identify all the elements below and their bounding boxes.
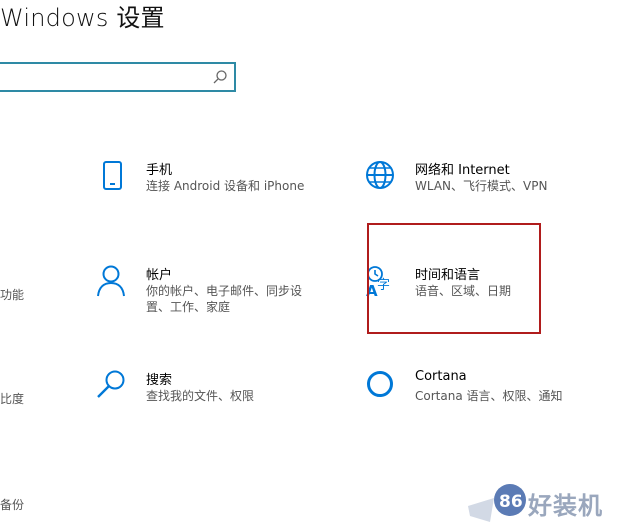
phone-icon xyxy=(103,161,122,190)
tile-cortana-title: Cortana xyxy=(415,369,467,384)
magnifier-icon xyxy=(97,370,125,398)
page-title: Windows 设置 xyxy=(0,4,165,32)
left-tile-desc-partial: 备份 xyxy=(0,498,25,512)
search-box[interactable] xyxy=(0,62,236,92)
tile-phone-desc: 连接 Android 设备和 iPhone xyxy=(146,179,305,193)
tile-search-title: 搜索 xyxy=(146,373,173,388)
search-input[interactable] xyxy=(4,67,208,89)
watermark-logo-icon: 86 xyxy=(468,484,526,522)
tile-accounts-title: 帐户 xyxy=(146,268,173,283)
tile-time-language-desc: 语音、区域、日期 xyxy=(415,284,512,298)
person-icon xyxy=(97,265,125,297)
watermark-logo-text: 86 xyxy=(499,492,523,512)
svg-text:字: 字 xyxy=(377,278,390,293)
watermark-text: 好装机 xyxy=(528,492,603,520)
tile-cortana-desc: Cortana 语言、权限、通知 xyxy=(415,389,563,403)
globe-icon xyxy=(366,161,394,189)
left-tile-desc-partial: 比度 xyxy=(0,392,25,406)
tile-accounts-desc: 你的帐户、电子邮件、同步设 置、工作、家庭 xyxy=(146,283,302,315)
tile-phone-title: 手机 xyxy=(146,163,173,178)
cortana-ring-icon xyxy=(367,371,393,397)
tile-time-language-title: 时间和语言 xyxy=(415,268,481,283)
tile-accounts-desc-line2: 置、工作、家庭 xyxy=(146,300,231,314)
tile-network-title: 网络和 Internet xyxy=(415,163,510,178)
time-language-icon: A 字 xyxy=(366,266,390,300)
tile-network-desc: WLAN、飞行模式、VPN xyxy=(415,179,548,193)
watermark: 86 好装机 xyxy=(466,470,637,526)
search-icon[interactable] xyxy=(212,69,228,85)
tile-search-desc: 查找我的文件、权限 xyxy=(146,389,255,403)
left-tile-desc-partial: 功能 xyxy=(0,288,25,302)
tile-accounts-desc-line1: 你的帐户、电子邮件、同步设 xyxy=(146,284,303,298)
